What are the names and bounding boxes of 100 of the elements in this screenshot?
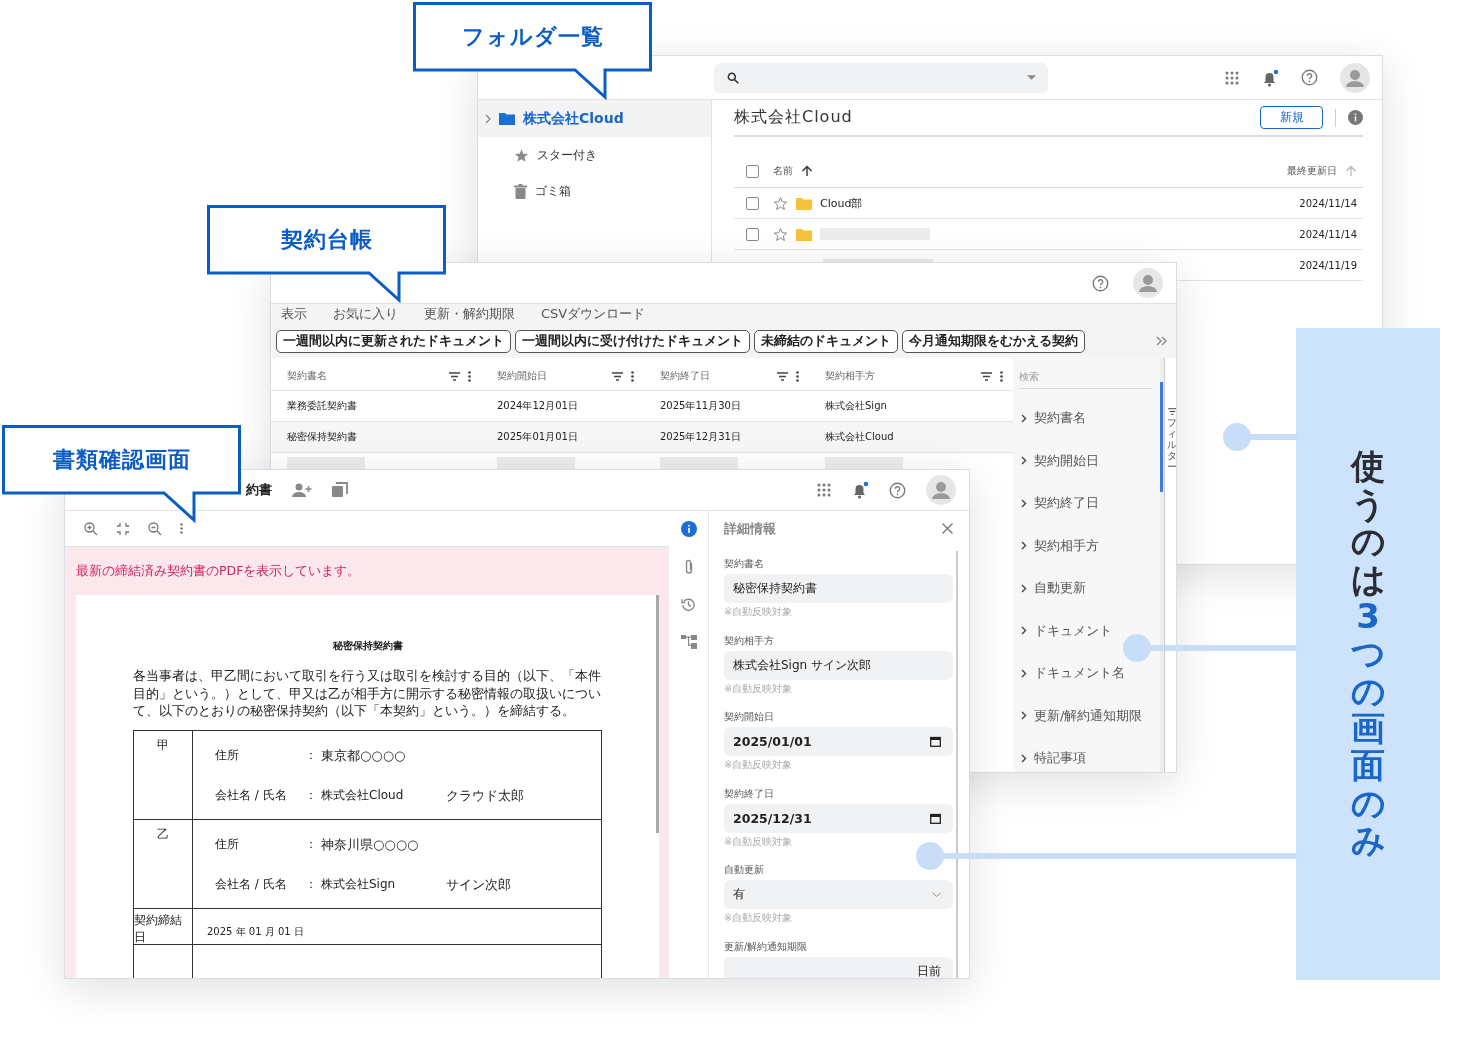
help-icon[interactable] [889, 481, 906, 499]
chevron-icon [1021, 583, 1027, 593]
date-field[interactable]: 2025/01/01 [724, 727, 953, 756]
filter-item[interactable]: 契約書名 [1019, 397, 1152, 440]
calendar-icon[interactable] [930, 736, 941, 747]
column-header[interactable]: 契約開始日 [497, 369, 547, 383]
chevron-icon [485, 113, 491, 124]
double-chevron-icon[interactable] [1156, 336, 1168, 346]
field-label: 契約書名 [724, 557, 765, 571]
filter-item[interactable]: 特記事項 [1019, 737, 1152, 772]
chevron-icon [1021, 456, 1027, 466]
menu-item[interactable]: CSVダウンロード [541, 305, 646, 323]
select-field[interactable]: 有 [724, 880, 953, 909]
bell-icon[interactable] [851, 481, 869, 499]
column-header[interactable]: 最終更新日 [1287, 164, 1337, 178]
menu-item[interactable]: お気に入り [333, 305, 398, 323]
more-icon[interactable] [180, 523, 183, 534]
more-icon[interactable] [468, 370, 471, 382]
filter-icon[interactable] [612, 371, 623, 381]
apps-icon[interactable] [817, 483, 831, 497]
sidebar-item[interactable]: スター付き [478, 137, 711, 173]
person-name: クラウド太郎 [446, 786, 524, 805]
calendar-icon[interactable] [930, 812, 941, 824]
filter-item[interactable]: 自動更新 [1019, 567, 1152, 610]
address-text: 東京都○○○○ [321, 746, 406, 765]
star-icon[interactable] [773, 226, 788, 242]
bell-icon[interactable] [1261, 68, 1279, 87]
callout-label: 契約台帳 [281, 225, 373, 254]
zoom-in-icon[interactable] [84, 521, 98, 536]
column-header[interactable]: 名前 [773, 164, 793, 178]
person-name: サイン次郎 [446, 875, 511, 894]
filter-tab[interactable]: フィルター [1164, 358, 1176, 772]
hint-text: ※自動反映対象 [724, 681, 794, 696]
paperclip-icon[interactable] [683, 559, 694, 575]
folder-icon [499, 112, 515, 125]
history-icon[interactable] [681, 597, 696, 612]
file-name[interactable]: Cloud部 [820, 195, 863, 211]
table-cell-text: 秘密保持契約書 [286, 430, 358, 444]
more-icon[interactable] [796, 370, 799, 382]
column-header[interactable]: 契約書名 [287, 369, 327, 383]
date-field[interactable]: 2025/12/31 [724, 803, 953, 833]
scrollbar-thumb[interactable] [1160, 382, 1163, 492]
quick-filter-chip[interactable]: 一週間以内に更新されたドキュメント [276, 329, 511, 353]
input-field[interactable]: 日前 [724, 956, 953, 978]
input-field[interactable]: 秘密保持契約書 [724, 574, 953, 603]
filter-item[interactable]: 契約開始日 [1019, 439, 1152, 482]
scrollbar-thumb[interactable] [656, 595, 659, 833]
scrollbar-thumb[interactable] [956, 551, 958, 978]
filter-item[interactable]: 契約相手方 [1019, 524, 1152, 567]
column-header[interactable]: 契約相手方 [825, 369, 875, 383]
quick-filter-chip[interactable]: 今月通知期限をむかえる契約 [902, 329, 1085, 353]
star-icon[interactable] [773, 195, 788, 211]
info-icon[interactable] [1348, 110, 1363, 125]
sidebar-item[interactable]: 株式会社Cloud [478, 100, 711, 137]
zoom-out-icon[interactable] [148, 521, 162, 536]
field-label: 住所 [215, 747, 240, 765]
company-text: 株式会社Sign [321, 876, 397, 894]
fit-screen-icon[interactable] [116, 521, 130, 536]
field-label: 契約相手方 [724, 633, 775, 648]
add-person-icon[interactable] [292, 483, 312, 497]
more-icon[interactable] [1000, 370, 1003, 382]
avatar-icon[interactable] [1133, 268, 1163, 298]
search-field[interactable] [714, 62, 1048, 93]
panel-title: 詳細情報 [724, 519, 776, 538]
filter-icon[interactable] [449, 371, 460, 381]
checkbox[interactable] [746, 227, 759, 241]
checkbox[interactable] [746, 164, 759, 178]
sidebar-item[interactable]: ゴミ箱 [478, 173, 711, 209]
table-cell-text: 業務委託契約書 [286, 399, 358, 413]
help-icon[interactable] [1301, 69, 1318, 86]
close-icon[interactable] [942, 523, 953, 534]
menu-item[interactable]: 表示 [281, 305, 307, 323]
table-cell-text: 2025年11月30日 [659, 399, 742, 413]
input-field[interactable]: 株式会社Sign サイン次郎 [724, 650, 953, 680]
trash-icon [514, 183, 527, 199]
avatar-icon[interactable] [926, 475, 956, 505]
table-cell-text: 2025年01月01日 [496, 430, 579, 444]
filter-item[interactable]: ドキュメント名 [1019, 652, 1152, 695]
help-icon[interactable] [1092, 274, 1109, 292]
tree-icon[interactable] [680, 634, 697, 649]
filter-item[interactable]: 更新/解約通知期限 [1019, 694, 1152, 737]
filter-icon[interactable] [777, 371, 788, 381]
separator-text: ： [305, 876, 317, 894]
info-icon[interactable] [680, 521, 697, 537]
apps-icon[interactable] [1225, 70, 1239, 85]
filter-item[interactable]: 契約終了日 [1019, 482, 1152, 525]
checkbox[interactable] [746, 196, 759, 210]
modified-date: 2024/11/19 [1299, 259, 1357, 271]
avatar-icon[interactable] [1340, 62, 1370, 93]
copy-icon[interactable] [332, 482, 348, 498]
menu-item[interactable]: 更新・解約期限 [424, 305, 515, 323]
filter-icon[interactable] [981, 371, 992, 381]
filter-item[interactable]: ドキュメント [1019, 609, 1152, 652]
more-icon[interactable] [631, 370, 634, 382]
quick-filter-chip[interactable]: 一週間以内に受け付けたドキュメント [515, 329, 750, 353]
new-button[interactable]: 新規 [1260, 106, 1323, 129]
column-header[interactable]: 契約終了日 [660, 369, 710, 383]
quick-filter-chip[interactable]: 未締結のドキュメント [754, 329, 898, 353]
sort-arrow-icon[interactable] [801, 165, 813, 177]
address-text: 神奈川県○○○○ [321, 835, 419, 854]
